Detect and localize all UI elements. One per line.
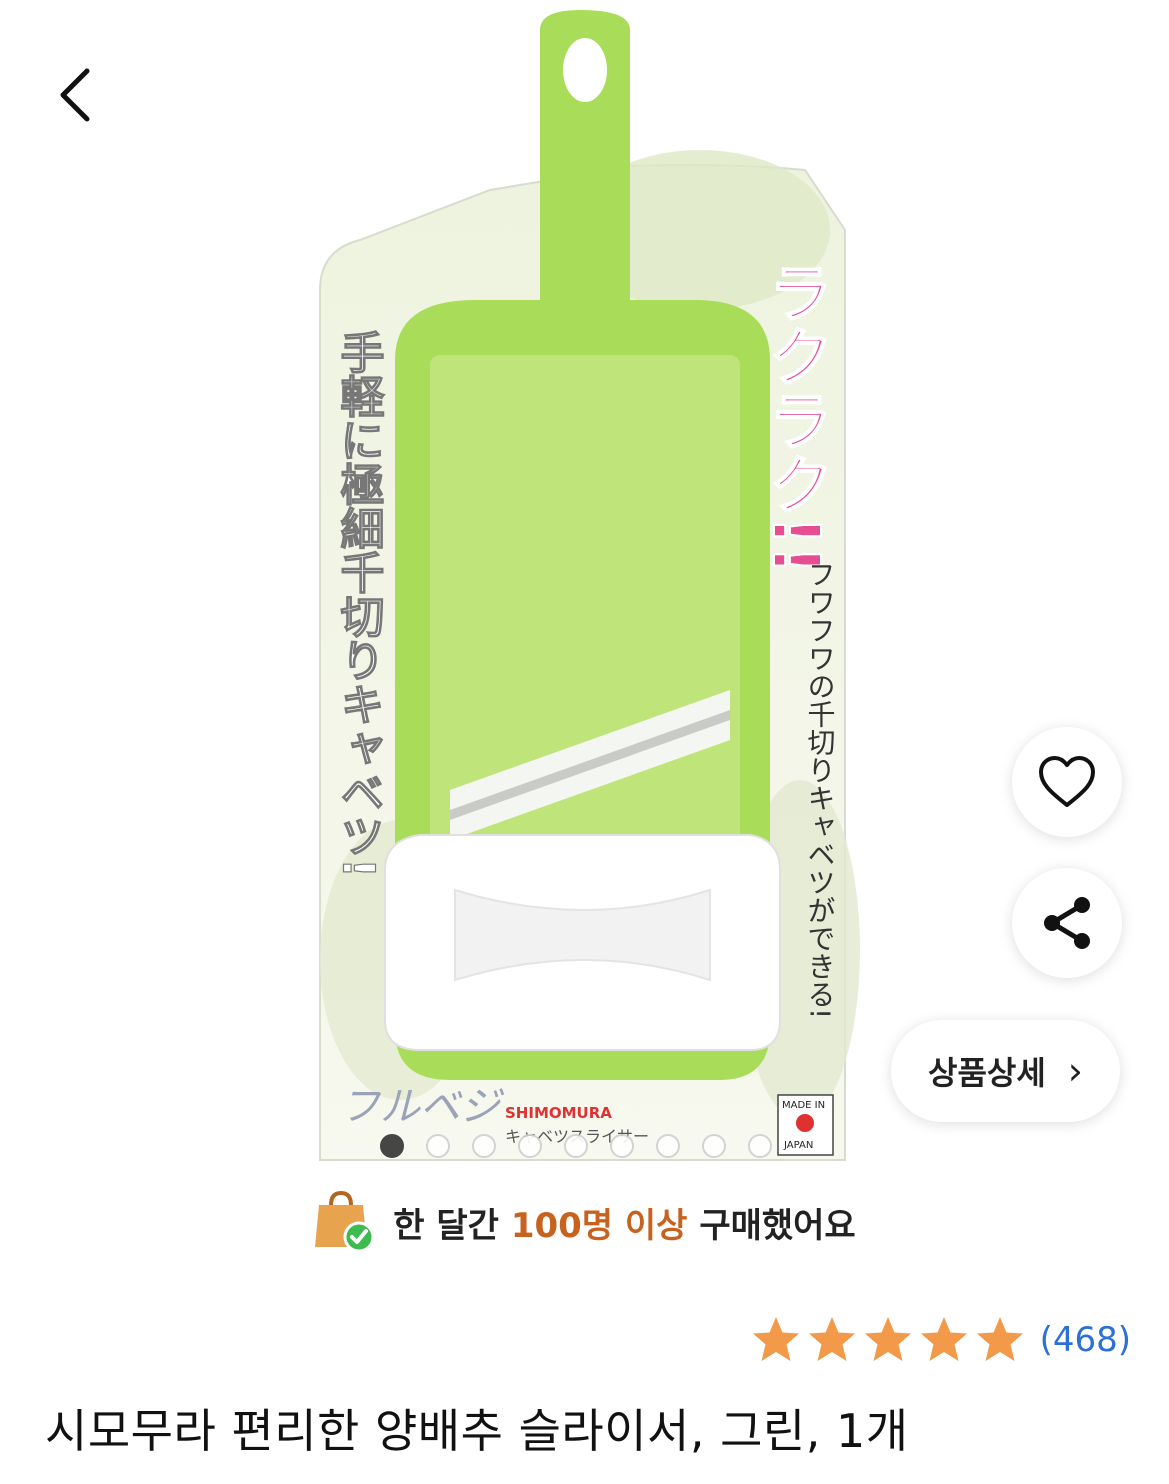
product-detail-button[interactable]: 상품상세 › xyxy=(891,1020,1120,1122)
chevron-left-icon xyxy=(60,68,90,122)
carousel-dot[interactable] xyxy=(748,1134,772,1158)
carousel-dot[interactable] xyxy=(380,1134,404,1158)
wishlist-button[interactable] xyxy=(1012,727,1122,837)
shopping-bag-check-icon xyxy=(315,1190,375,1253)
purchase-prefix: 한 달간 xyxy=(393,1205,499,1246)
brand-label: SHIMOMURA xyxy=(505,1104,612,1122)
made-in-label: MADE IN xyxy=(782,1100,825,1111)
rating[interactable]: (468) xyxy=(750,1314,1131,1366)
purchase-suffix: 구매했어요 xyxy=(699,1205,856,1246)
carousel-dot[interactable] xyxy=(656,1134,680,1158)
star-icon xyxy=(976,1317,1023,1361)
package-logo: フルベジ xyxy=(340,1084,505,1130)
slicer-handle xyxy=(540,10,630,300)
made-in-japan-badge: MADE IN JAPAN xyxy=(777,1094,834,1156)
star-icon xyxy=(920,1317,967,1361)
package-subline: フワフワの千切りキャベツができる! xyxy=(804,560,837,1019)
carousel-dot[interactable] xyxy=(610,1134,634,1158)
star-icon xyxy=(808,1317,855,1361)
star-icon xyxy=(864,1317,911,1361)
heart-icon xyxy=(1039,756,1095,807)
made-in-country-label: JAPAN xyxy=(783,1140,813,1151)
product-image[interactable]: 手軽に極細千切りキャベツ! ラクラク!! フワフワの千切りキャベツができる! フ… xyxy=(300,0,870,1190)
slicer-body xyxy=(384,300,781,1080)
carousel-dot[interactable] xyxy=(518,1134,542,1158)
star-icon xyxy=(752,1317,799,1361)
carousel-dot[interactable] xyxy=(426,1134,450,1158)
share-icon xyxy=(1044,897,1090,949)
package-catch: ラクラク!! xyxy=(758,260,832,574)
product-detail-label: 상품상세 xyxy=(928,1054,1046,1092)
review-count-link[interactable]: (468) xyxy=(1040,1320,1131,1360)
purchase-highlight: 100명 이상 xyxy=(510,1205,688,1246)
carousel-dot[interactable] xyxy=(564,1134,588,1158)
carousel-indicator xyxy=(380,1134,772,1158)
chevron-right-icon: › xyxy=(1067,1049,1083,1093)
product-title: 시모무라 편리한 양배추 슬라이서, 그린, 1개 xyxy=(45,1404,909,1458)
package-headline: 手軽に極細千切りキャベツ! xyxy=(333,330,385,878)
carousel-dot[interactable] xyxy=(702,1134,726,1158)
purchase-stats-text: 한 달간 100명 이상 구매했어요 xyxy=(393,1198,855,1247)
carousel-dot[interactable] xyxy=(472,1134,496,1158)
back-button[interactable] xyxy=(40,60,110,130)
share-button[interactable] xyxy=(1012,868,1122,978)
purchase-stats: 한 달간 100명 이상 구매했어요 xyxy=(0,1182,1169,1262)
